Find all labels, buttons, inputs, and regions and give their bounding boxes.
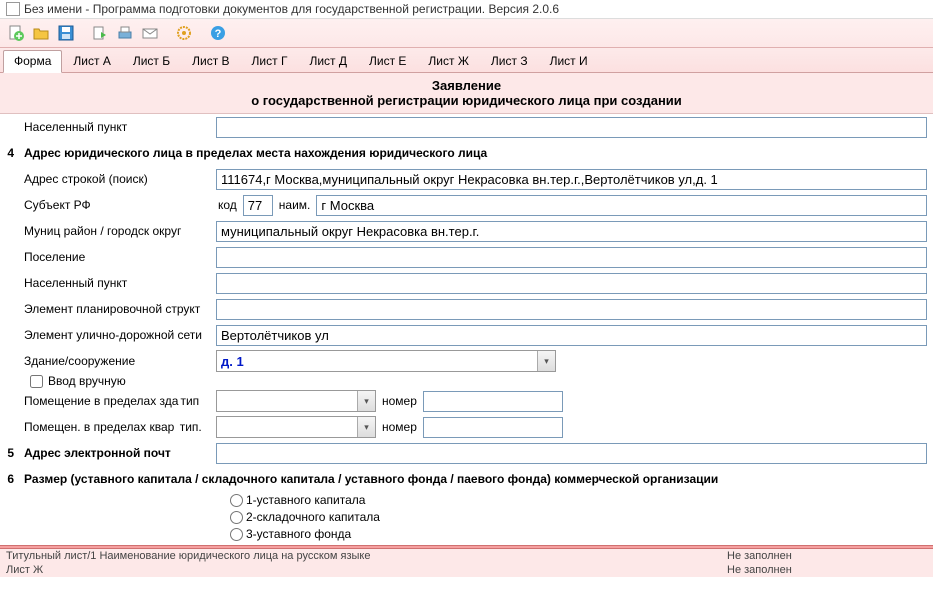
room-bld-num-label: номер <box>380 394 419 408</box>
tab-sheet-e[interactable]: Лист Е <box>358 50 417 72</box>
locality0-input[interactable] <box>216 117 927 138</box>
tab-sheet-v[interactable]: Лист В <box>181 50 240 72</box>
title-bar: Без имени - Программа подготовки докумен… <box>0 0 933 19</box>
street-label: Элемент улично-дорожной сети <box>18 328 216 342</box>
room-bld-type-label: тип <box>178 394 201 408</box>
manual-entry-checkbox[interactable] <box>30 375 43 388</box>
chevron-down-icon[interactable]: ▾ <box>357 417 375 437</box>
tab-bar: Форма Лист А Лист Б Лист В Лист Г Лист Д… <box>0 48 933 73</box>
settlement-label: Поселение <box>18 250 216 264</box>
radio-charter-fund[interactable] <box>230 528 243 541</box>
locality-label: Населенный пункт <box>18 276 216 290</box>
radio-label-2: 2-складочного капитала <box>246 509 380 526</box>
tab-sheet-b[interactable]: Лист Б <box>122 50 181 72</box>
mail-button[interactable] <box>139 22 161 44</box>
locality0-label: Населенный пункт <box>18 120 216 134</box>
form-header: Заявление о государственной регистрации … <box>0 73 933 114</box>
tab-sheet-g[interactable]: Лист Г <box>241 50 299 72</box>
capital-type-group: 1-уставного капитала 2-складочного капит… <box>0 492 933 543</box>
section-5-label: Адрес электронной почт <box>18 446 216 460</box>
radio-label-1: 1-уставного капитала <box>246 492 365 509</box>
tab-sheet-d[interactable]: Лист Д <box>298 50 358 72</box>
header-line2: о государственной регистрации юридическо… <box>10 93 923 108</box>
manual-entry-label: Ввод вручную <box>48 374 126 388</box>
room-bld-num-input[interactable] <box>423 391 563 412</box>
tab-sheet-zh[interactable]: Лист Ж <box>417 50 480 72</box>
tab-sheet-i[interactable]: Лист И <box>539 50 599 72</box>
plan-struct-input[interactable] <box>216 299 927 320</box>
subject-code-label: код <box>216 198 239 212</box>
window-title: Без имени - Программа подготовки докумен… <box>24 2 559 16</box>
street-input[interactable] <box>216 325 927 346</box>
tab-sheet-z[interactable]: Лист З <box>480 50 539 72</box>
settlement-input[interactable] <box>216 247 927 268</box>
export-button[interactable] <box>89 22 111 44</box>
room-bld-label: Помещение в пределах зда <box>24 394 178 408</box>
radio-label-3: 3-уставного фонда <box>246 526 351 543</box>
room-flat-num-input[interactable] <box>423 417 563 438</box>
status-left-1: Титульный лист/1 Наименование юридическо… <box>6 550 727 562</box>
save-button[interactable] <box>55 22 77 44</box>
chevron-down-icon[interactable]: ▾ <box>537 351 555 371</box>
print-button[interactable] <box>114 22 136 44</box>
svg-text:?: ? <box>215 28 222 40</box>
section-6-label: Размер (уставного капитала / складочного… <box>18 472 933 486</box>
room-flat-type-label: тип. <box>178 420 204 434</box>
status-row: Лист Ж Не заполнен <box>0 563 933 577</box>
section-4-num: 4 <box>0 146 18 160</box>
chevron-down-icon[interactable]: ▾ <box>357 391 375 411</box>
locality-input[interactable] <box>216 273 927 294</box>
app-icon <box>6 2 20 16</box>
subject-name-input[interactable] <box>316 195 927 216</box>
subject-label: Субъект РФ <box>18 198 216 212</box>
section-5-num: 5 <box>0 446 18 460</box>
room-flat-label: Помещен. в пределах квар <box>24 420 174 434</box>
radio-charter-capital[interactable] <box>230 494 243 507</box>
toolbar: ? <box>0 19 933 48</box>
building-label: Здание/сооружение <box>18 354 216 368</box>
radio-share-capital[interactable] <box>230 511 243 524</box>
addr-search-label: Адрес строкой (поиск) <box>18 172 216 186</box>
section-4-label: Адрес юридического лица в пределах места… <box>18 146 933 160</box>
email-input[interactable] <box>216 443 927 464</box>
status-right-2: Не заполнен <box>727 564 927 576</box>
addr-search-input[interactable] <box>216 169 927 190</box>
room-flat-type-combo[interactable]: ▾ <box>216 416 376 438</box>
munic-label: Муниц район / городск округ <box>18 224 216 238</box>
building-value: д. 1 <box>217 354 537 369</box>
tab-form[interactable]: Форма <box>3 50 62 73</box>
plan-struct-label: Элемент планировочной структ <box>18 302 216 316</box>
form-body: Населенный пункт 4 Адрес юридического ли… <box>0 114 933 543</box>
subject-code-input[interactable] <box>243 195 273 216</box>
status-row: Титульный лист/1 Наименование юридическо… <box>0 549 933 563</box>
section-6-num: 6 <box>0 472 18 486</box>
header-line1: Заявление <box>10 78 923 93</box>
subject-name-label: наим. <box>277 198 313 212</box>
status-left-2: Лист Ж <box>6 564 727 576</box>
munic-input[interactable] <box>216 221 927 242</box>
building-combo[interactable]: д. 1 ▾ <box>216 350 556 372</box>
tab-sheet-a[interactable]: Лист А <box>62 50 121 72</box>
room-flat-num-label: номер <box>380 420 419 434</box>
room-bld-type-combo[interactable]: ▾ <box>216 390 376 412</box>
status-right-1: Не заполнен <box>727 550 927 562</box>
help-button[interactable]: ? <box>207 22 229 44</box>
settings-button[interactable] <box>173 22 195 44</box>
new-button[interactable] <box>5 22 27 44</box>
status-panel: Титульный лист/1 Наименование юридическо… <box>0 549 933 577</box>
open-button[interactable] <box>30 22 52 44</box>
